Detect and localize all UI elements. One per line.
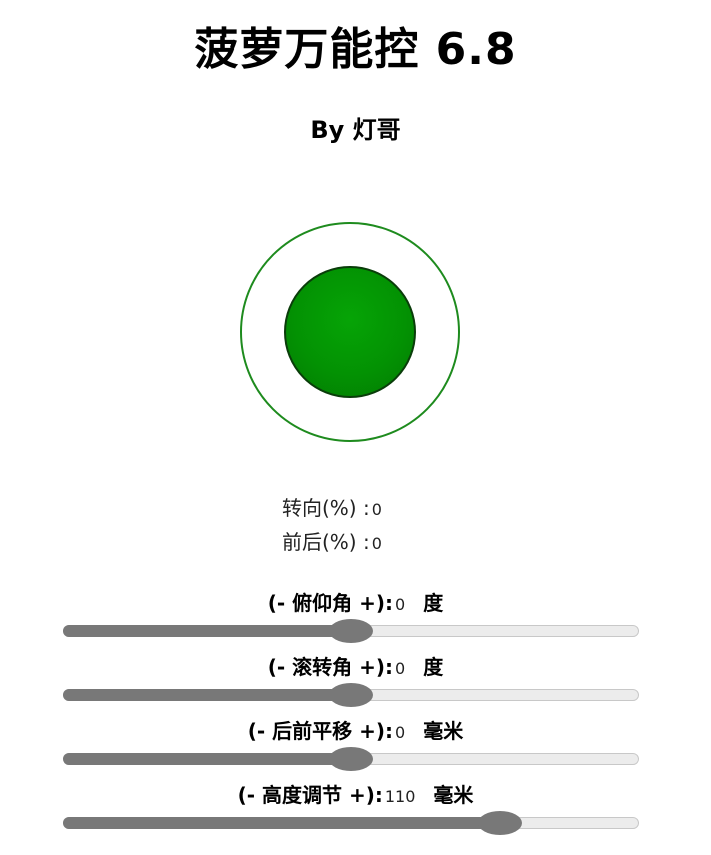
translate-value: 0	[395, 723, 406, 742]
joystick-knob[interactable]	[284, 266, 416, 398]
pitch-slider[interactable]	[63, 619, 639, 643]
slider-thumb[interactable]	[329, 619, 373, 643]
roll-label: (- 滚转角 +): 0 度	[0, 653, 711, 683]
roll-slider[interactable]	[63, 683, 639, 707]
slider-fill	[63, 625, 351, 637]
steer-value: 0	[371, 500, 382, 519]
slider-fill	[63, 689, 351, 701]
steer-label: 转向(%) :	[282, 496, 370, 520]
pitch-prefix: (- 俯仰角 +):	[267, 591, 394, 615]
forward-back-value: 0	[371, 534, 382, 553]
translate-unit: 毫米	[423, 719, 464, 743]
slider-thumb[interactable]	[329, 683, 373, 707]
height-label: (- 高度调节 +): 110 毫米	[0, 781, 711, 811]
forward-back-label: 前后(%) :	[282, 530, 370, 554]
translate-slider[interactable]	[63, 747, 639, 771]
translate-prefix: (- 后前平移 +):	[247, 719, 394, 743]
slider-thumb[interactable]	[329, 747, 373, 771]
slider-fill	[63, 817, 500, 829]
forward-back-readout: 前后(%) :0	[282, 528, 382, 558]
translate-label: (- 后前平移 +): 0 毫米	[0, 717, 711, 747]
author-subtitle: By 灯哥	[310, 116, 401, 144]
roll-unit: 度	[423, 655, 444, 679]
height-prefix: (- 高度调节 +):	[237, 783, 383, 807]
steer-readout: 转向(%) :0	[282, 494, 382, 524]
roll-value: 0	[395, 659, 406, 678]
pitch-value: 0	[395, 595, 406, 614]
pitch-unit: 度	[423, 591, 444, 615]
height-unit: 毫米	[433, 783, 474, 807]
joystick[interactable]	[240, 222, 460, 442]
height-slider[interactable]	[63, 811, 639, 835]
slider-fill	[63, 753, 351, 765]
slider-thumb[interactable]	[478, 811, 522, 835]
app-title: 菠萝万能控 6.8	[194, 24, 517, 75]
height-value: 110	[384, 787, 416, 806]
pitch-label: (- 俯仰角 +): 0 度	[0, 589, 711, 619]
roll-prefix: (- 滚转角 +):	[267, 655, 394, 679]
